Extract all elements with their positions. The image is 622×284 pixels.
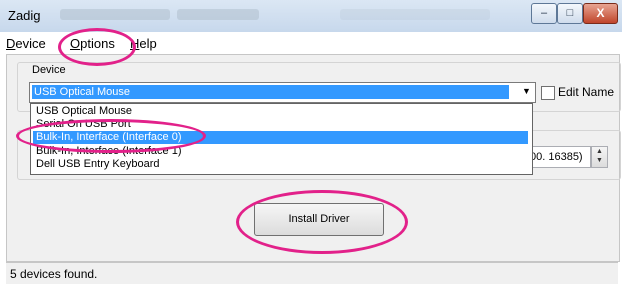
minimize-button[interactable]: –: [531, 3, 557, 24]
dropdown-option[interactable]: Dell USB Entry Keyboard: [33, 158, 528, 171]
maximize-icon: □: [566, 7, 574, 19]
window-title: Zadig: [8, 8, 41, 23]
annotation-circle-options: [58, 28, 136, 66]
device-select[interactable]: USB Optical Mouse ▼: [29, 82, 536, 103]
device-id-value: 00. 16385): [530, 151, 583, 163]
device-id-spinner[interactable]: ▲ ▼: [591, 146, 608, 168]
menu-help-rest: elp: [139, 36, 157, 51]
close-icon: X: [596, 6, 605, 20]
dropdown-option-label: Dell USB Entry Keyboard: [36, 158, 160, 170]
status-text: 5 devices found.: [10, 267, 98, 281]
chevron-down-icon: ▼: [522, 86, 531, 96]
annotation-circle-install: [236, 190, 408, 254]
menu-device[interactable]: Device: [6, 36, 46, 51]
close-button[interactable]: X: [583, 3, 618, 24]
device-select-dropdown-button[interactable]: ▼: [517, 84, 534, 100]
edit-name-label: Edit Name: [558, 85, 615, 99]
zadig-window: Zadig – □ X Device Options Help Device U…: [0, 0, 622, 284]
title-obscured-text: [340, 9, 490, 20]
minimize-icon: –: [540, 7, 548, 19]
edit-name-checkbox[interactable]: [541, 86, 555, 100]
annotation-circle-interface0: [16, 119, 206, 153]
title-obscured-text: [60, 9, 170, 20]
maximize-button[interactable]: □: [557, 3, 583, 24]
spin-up-icon[interactable]: ▲: [596, 148, 603, 155]
device-select-value: USB Optical Mouse: [34, 86, 130, 98]
status-bar: 5 devices found.: [6, 262, 618, 284]
dropdown-option[interactable]: USB Optical Mouse: [33, 105, 528, 118]
menu-device-rest: evice: [15, 36, 46, 51]
device-group-label: Device: [30, 64, 68, 76]
device-id-field[interactable]: 00. 16385): [527, 146, 591, 168]
title-obscured-text: [177, 9, 259, 20]
menu-device-mnemonic: D: [6, 36, 16, 51]
spin-down-icon[interactable]: ▼: [596, 157, 603, 164]
dropdown-option-label: USB Optical Mouse: [36, 105, 132, 117]
